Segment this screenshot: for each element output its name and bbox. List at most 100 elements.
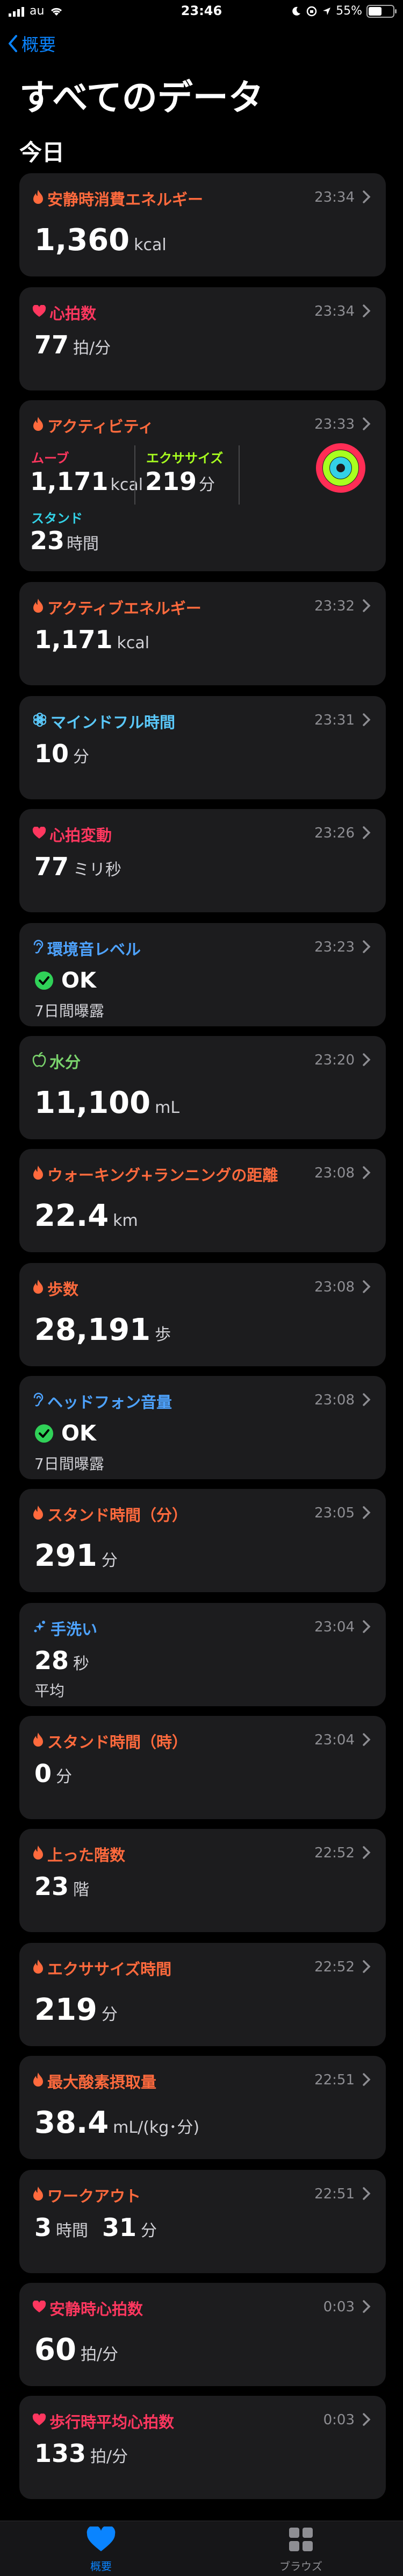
- tab-browse[interactable]: ブラウズ: [247, 2527, 355, 2573]
- flame-icon: [32, 1165, 44, 1184]
- back-label: 概要: [21, 34, 56, 55]
- flame-icon: [32, 189, 44, 208]
- value-hours: 3: [34, 2213, 52, 2242]
- card-header: スタンド時間（時）: [32, 1730, 188, 1752]
- card-title: ウォーキング+ランニングの距離: [47, 1166, 278, 1184]
- value-unit: kcal: [117, 634, 150, 652]
- flame-icon: [32, 2186, 44, 2205]
- value-number: 1,360: [34, 223, 130, 258]
- card-value: 133 拍/分: [34, 2439, 128, 2468]
- chevron-right-icon: [363, 190, 371, 203]
- value-unit: mL: [155, 1098, 180, 1117]
- back-button[interactable]: 概要: [8, 31, 56, 56]
- stand-number: 23: [30, 526, 65, 555]
- chevron-right-icon: [363, 1393, 371, 1406]
- chevron-right-icon: [363, 1280, 371, 1293]
- value-unit-hours: 時間: [56, 2222, 89, 2240]
- card-value: 219 分: [34, 1992, 118, 2027]
- card-steps[interactable]: 歩数 23:08 28,191 歩: [19, 1263, 386, 1366]
- card-mindful-minutes[interactable]: マインドフル時間 23:31 10 分: [19, 696, 386, 799]
- card-time: 23:34: [314, 189, 355, 205]
- card-value: 0分: [34, 1759, 72, 1788]
- card-resting-heart-rate[interactable]: 安静時心拍数 0:03 60 拍/分: [19, 2283, 386, 2386]
- flame-icon: [32, 1959, 44, 1978]
- checkmark-circle-icon: [35, 1424, 53, 1443]
- flame-icon: [32, 1505, 44, 1524]
- card-workouts[interactable]: ワークアウト 22:51 3 時間 31 分: [19, 2170, 386, 2273]
- card-header: 心拍変動: [32, 823, 112, 846]
- card-title: 手洗い: [51, 1620, 98, 1638]
- mindful-icon: [32, 712, 47, 731]
- card-time: 23:33: [314, 416, 355, 432]
- chevron-right-icon: [363, 713, 371, 726]
- card-title: アクティビティ: [47, 417, 154, 436]
- card-resting-energy[interactable]: 安静時消費エネルギー 23:34 1,360 kcal: [19, 173, 386, 276]
- flame-icon: [32, 1279, 44, 1298]
- card-handwashing[interactable]: 手洗い 23:04 28 秒 平均: [19, 1603, 386, 1706]
- card-subtitle: 平均: [34, 1682, 65, 1700]
- card-environmental-sound[interactable]: 環境音レベル 23:23 OK 7日間曝露: [19, 923, 386, 1026]
- value-unit: 拍/分: [90, 2447, 128, 2466]
- card-time: 23:08: [314, 1392, 355, 1408]
- heart-icon: [87, 2525, 116, 2551]
- chevron-right-icon: [363, 417, 371, 430]
- value-text: OK: [61, 1421, 96, 1446]
- apple-icon: [32, 1052, 46, 1071]
- chevron-right-icon: [363, 2413, 371, 2426]
- exercise-number: 219: [145, 467, 197, 496]
- value-text: OK: [61, 968, 96, 993]
- move-value: 1,171 kcal: [30, 467, 143, 496]
- chevron-right-icon: [363, 940, 371, 953]
- chevron-right-icon: [363, 1846, 371, 1859]
- card-header: 水分: [32, 1050, 81, 1073]
- card-time: 23:34: [314, 303, 355, 320]
- card-time: 22:51: [314, 2072, 355, 2088]
- value-unit: 分: [56, 1768, 73, 1786]
- card-time: 23:04: [314, 1619, 355, 1635]
- card-exercise-minutes[interactable]: エクササイズ時間 22:52 219 分: [19, 1943, 386, 2046]
- checkmark-circle-icon: [35, 971, 53, 990]
- card-title: ヘッドフォン音量: [47, 1393, 172, 1411]
- value-unit-minutes: 分: [141, 2222, 157, 2240]
- orientation-lock-icon: [306, 6, 317, 16]
- card-active-energy[interactable]: アクティブエネルギー 23:32 1,171 kcal: [19, 582, 386, 685]
- card-header: 環境音レベル: [32, 937, 141, 960]
- card-walking-running-distance[interactable]: ウォーキング+ランニングの距離 23:08 22.4 km: [19, 1149, 386, 1252]
- value-number: 219: [34, 1992, 97, 2027]
- card-time: 23:20: [314, 1052, 355, 1068]
- battery-percent: 55%: [336, 4, 362, 18]
- card-title: 歩数: [47, 1280, 79, 1298]
- tab-summary[interactable]: 概要: [47, 2525, 155, 2573]
- card-activity[interactable]: アクティビティ 23:33 ムーブ 1,171 kcal エクササイズ 219 分 …: [19, 400, 386, 571]
- card-stand-minutes[interactable]: スタンド時間（分） 23:05 291 分: [19, 1489, 386, 1592]
- card-header: 歩数: [32, 1277, 78, 1300]
- card-walking-heart-rate-average[interactable]: 歩行時平均心拍数 0:03 133 拍/分: [19, 2396, 386, 2499]
- card-value: OK: [34, 1421, 96, 1446]
- card-stand-hours[interactable]: スタンド時間（時） 23:04 0分: [19, 1716, 386, 1819]
- card-time: 22:52: [314, 1845, 355, 1861]
- card-headphone-audio[interactable]: ヘッドフォン音量 23:08 OK 7日間曝露: [19, 1376, 386, 1479]
- value-unit: kcal: [134, 236, 167, 254]
- card-title: 水分: [49, 1053, 81, 1071]
- card-flights-climbed[interactable]: 上った階数 22:52 23 階: [19, 1829, 386, 1932]
- flame-icon: [32, 1845, 44, 1864]
- card-heart-rate[interactable]: 心拍数 23:34 77 拍/分: [19, 287, 386, 391]
- card-title: アクティブエネルギー: [47, 599, 202, 618]
- card-header: アクティビティ: [32, 414, 154, 437]
- chevron-right-icon: [363, 1733, 371, 1746]
- card-value: 77 拍/分: [34, 330, 111, 359]
- location-icon: [323, 7, 331, 15]
- chevron-right-icon: [363, 1053, 371, 1066]
- card-value: 77 ミリ秒: [34, 852, 121, 881]
- card-value: 3 時間 31 分: [34, 2213, 157, 2242]
- chevron-right-icon: [363, 599, 371, 612]
- card-water[interactable]: 水分 23:20 11,100 mL: [19, 1036, 386, 1139]
- card-header: 安静時心拍数: [32, 2297, 143, 2319]
- card-time: 0:03: [323, 2412, 355, 2428]
- card-vo2-max[interactable]: 最大酸素摂取量 22:51 38.4 mL/(kg･分): [19, 2056, 386, 2159]
- chevron-right-icon: [363, 1506, 371, 1519]
- value-minutes: 31: [102, 2213, 137, 2242]
- card-heart-rate-variability[interactable]: 心拍変動 23:26 77 ミリ秒: [19, 809, 386, 912]
- ear-icon: [32, 1392, 44, 1411]
- card-subtitle: 7日間曝露: [34, 1002, 104, 1020]
